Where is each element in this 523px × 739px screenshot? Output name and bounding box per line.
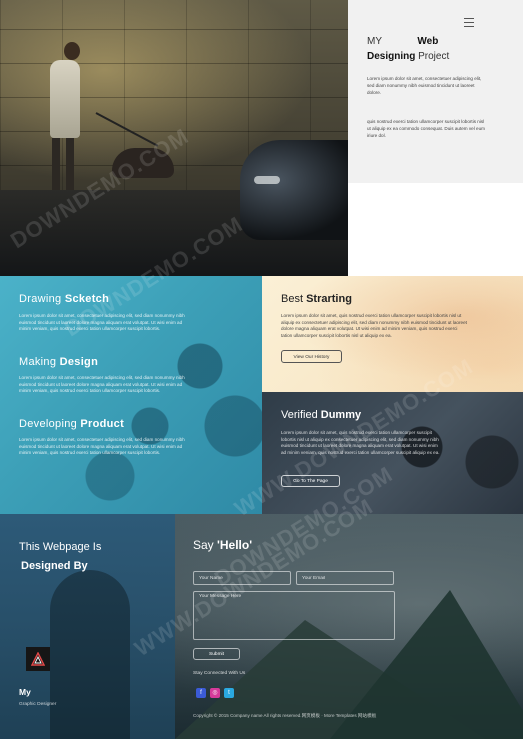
service-title-bold: Product <box>80 418 125 430</box>
girl-figure-head <box>64 42 80 60</box>
car-figure <box>240 140 348 240</box>
hamburger-menu-icon[interactable] <box>464 18 474 27</box>
copyright-text: Copyright © 2015 Company name All rights… <box>193 713 377 718</box>
girl-figure-legs <box>52 138 74 190</box>
facebook-icon[interactable]: f <box>196 688 206 698</box>
verified-title-light: Verified <box>281 409 318 421</box>
view-history-button[interactable]: View Our History <box>281 350 342 363</box>
service-text-making: Lorem ipsum dolor sit amet, consectetuer… <box>19 375 185 394</box>
submit-button[interactable]: Submit <box>193 648 240 660</box>
project-title: MY Web Designing Project <box>367 34 497 64</box>
hero-photo <box>0 0 348 276</box>
service-title-light: Developing <box>19 418 78 430</box>
go-to-page-button[interactable]: Go To The Page <box>281 475 340 487</box>
contact-title: Say 'Hello' <box>193 538 252 552</box>
service-title-light: Drawing <box>19 293 62 305</box>
intro-paragraph-2: quis nostrud exerci tation ullamcorper s… <box>367 119 485 138</box>
intro-blank-area <box>348 183 523 276</box>
service-text-drawing: Lorem ipsum dolor sit amet, consectetuer… <box>19 313 185 332</box>
designer-silhouette <box>50 570 130 739</box>
service-title-making: Making Design <box>19 356 98 368</box>
service-title-light: Making <box>19 356 57 368</box>
designer-name: My <box>19 687 31 697</box>
title-project: Project <box>418 51 450 62</box>
title-designing: Designing <box>367 51 416 62</box>
designer-heading-line2: Designed By <box>21 560 88 572</box>
best-title-light: Best <box>281 293 304 305</box>
title-web: Web <box>417 36 439 47</box>
service-text-developing: Lorem ipsum dolor sit amet, consectetuer… <box>19 437 185 456</box>
twitter-icon[interactable]: t <box>224 688 234 698</box>
verified-text: Lorem ipsum dolor sit amet, quis nostrud… <box>281 430 440 455</box>
email-input[interactable] <box>296 571 394 585</box>
car-headlight <box>254 176 280 184</box>
contact-title-light: Say <box>193 538 214 552</box>
service-title-bold: Scketch <box>64 293 110 305</box>
verified-title-bold: Dummy <box>320 409 362 421</box>
services-section <box>0 276 262 514</box>
best-title-bold: Strarting <box>306 293 352 305</box>
message-textarea[interactable] <box>193 591 395 640</box>
designer-role: Graphic Designer <box>19 702 57 707</box>
best-title: Best Strarting <box>281 293 352 305</box>
title-prefix: MY <box>367 36 382 47</box>
triangle-logo-icon <box>26 647 50 671</box>
intro-paragraph-1: Lorem ipsum dolor sit amet, consectetuer… <box>367 76 482 95</box>
instagram-icon[interactable]: ◎ <box>210 688 220 698</box>
service-title-developing: Developing Product <box>19 418 124 430</box>
girl-figure-dress <box>50 60 80 138</box>
dog-figure <box>112 148 174 178</box>
service-title-bold: Design <box>59 356 99 368</box>
designer-heading-line1: This Webpage Is <box>19 541 102 553</box>
verified-title: Verified Dummy <box>281 409 361 421</box>
name-input[interactable] <box>193 571 291 585</box>
best-text: Lorem ipsum dolor sit amet, quis nostrud… <box>281 313 467 338</box>
contact-title-bold: 'Hello' <box>217 538 253 552</box>
stay-connected-label: Stay Connected With Us <box>193 671 246 676</box>
service-title-drawing: Drawing Scketch <box>19 293 109 305</box>
